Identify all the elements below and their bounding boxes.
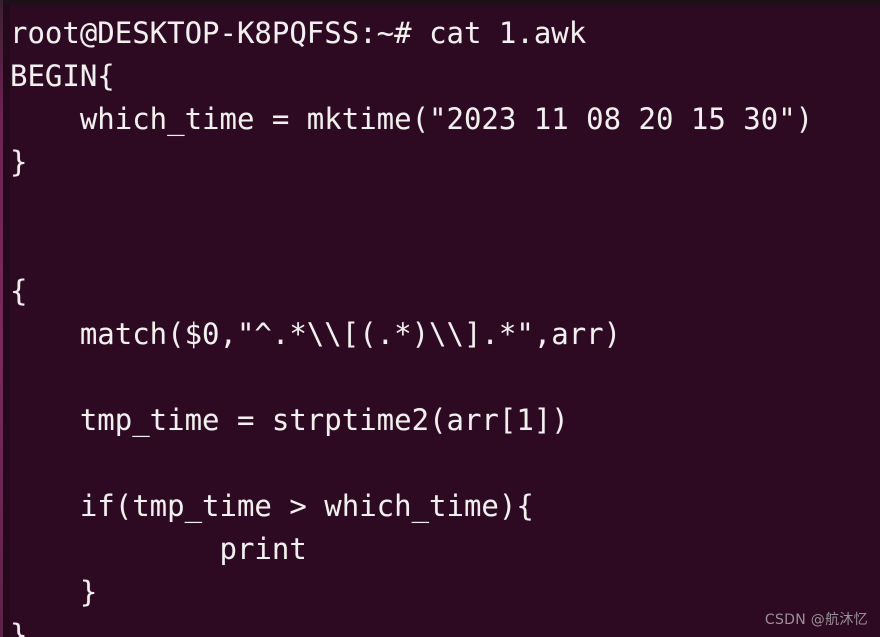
prompt-separator: : [359, 16, 377, 50]
shell-prompt-line: root@DESKTOP-K8PQFSS:~# cat 1.awk [10, 12, 880, 55]
window-left-inner-shadow [3, 5, 10, 637]
code-line: } [10, 618, 28, 637]
code-line: if(tmp_time > which_time){ [10, 489, 534, 523]
prompt-path: ~ [376, 16, 395, 50]
prompt-user-host: root@DESKTOP-K8PQFSS [10, 16, 360, 50]
code-line: } [10, 145, 28, 179]
code-line: print [10, 532, 307, 566]
terminal-output-area[interactable]: root@DESKTOP-K8PQFSS:~# cat 1.awk BEGIN{… [10, 5, 880, 637]
prompt-sigil: # [394, 16, 430, 50]
code-line: } [10, 575, 98, 609]
prompt-command-text: cat 1.awk [429, 16, 587, 50]
code-line: tmp_time = strptime2(arr[1]) [10, 403, 569, 437]
terminal-window[interactable]: root@DESKTOP-K8PQFSS:~# cat 1.awk BEGIN{… [0, 0, 880, 637]
code-line: BEGIN{ [10, 59, 115, 93]
csdn-watermark: CSDN @航沐忆 [764, 612, 868, 628]
code-line: which_time = mktime("2023 11 08 20 15 30… [10, 102, 814, 136]
code-line: match($0,"^.*\\[(.*)\\].*",arr) [10, 317, 622, 351]
code-line: { [10, 274, 28, 308]
